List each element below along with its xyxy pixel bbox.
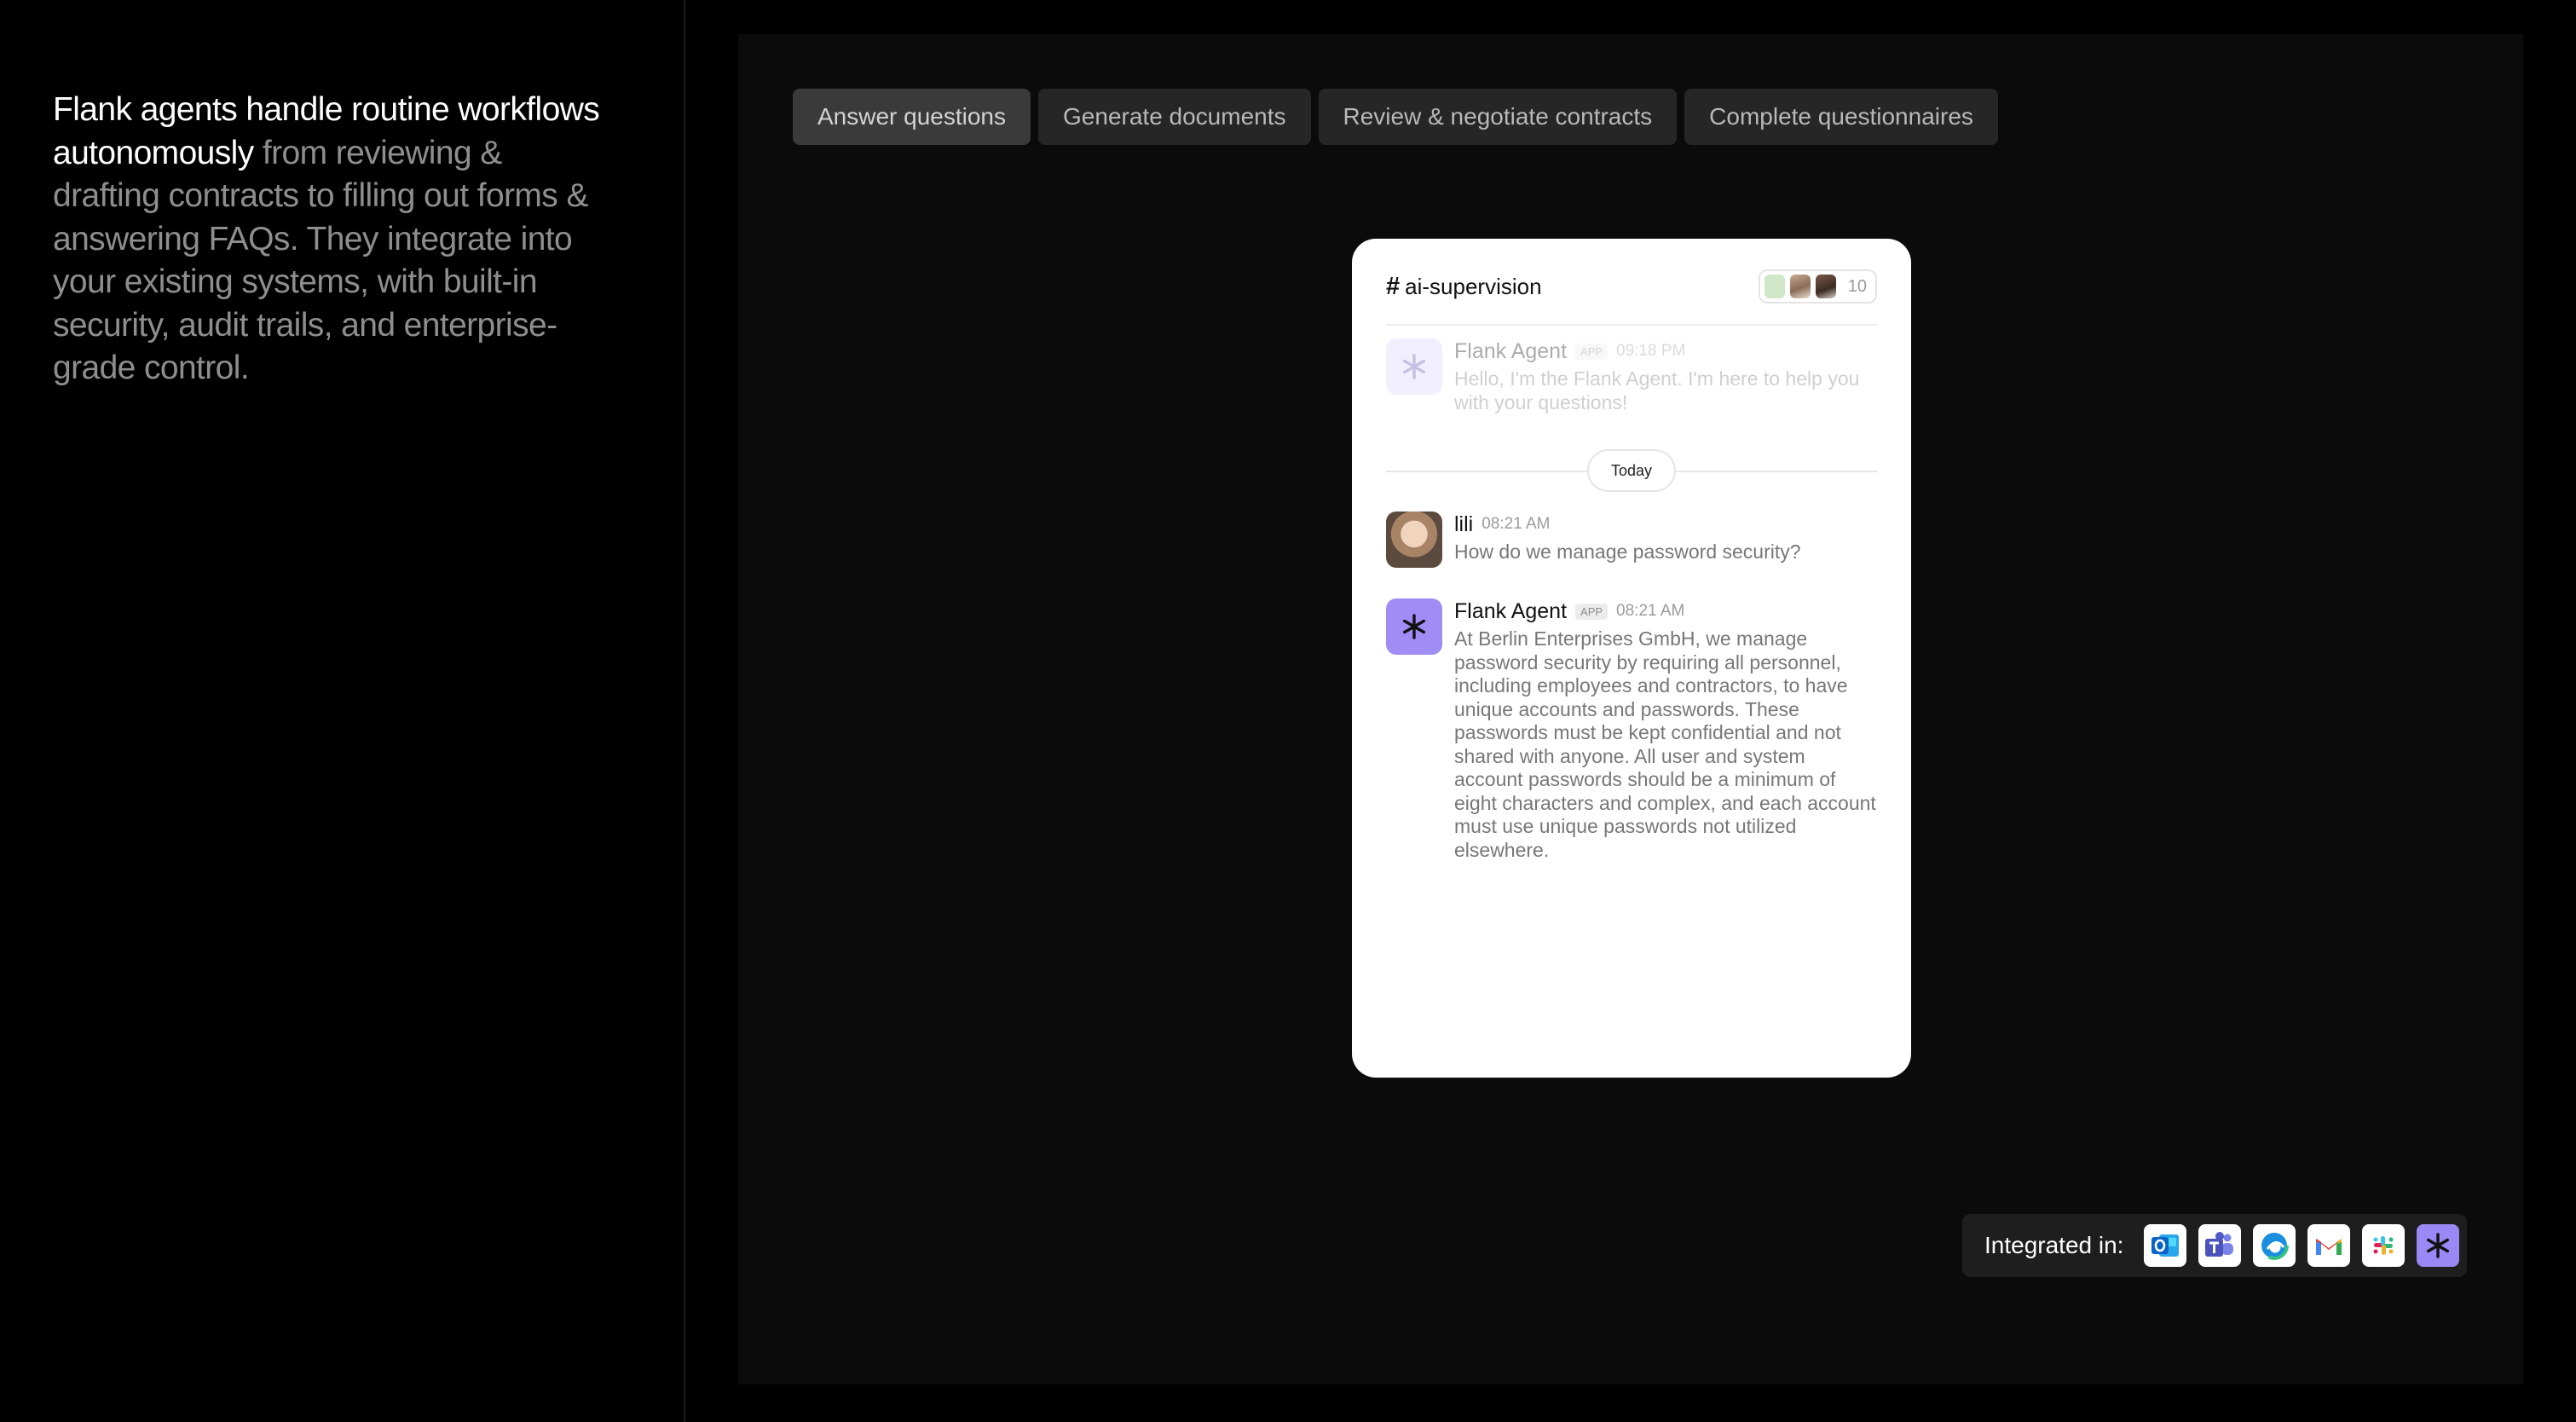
message-item: Flank Agent APP 08:21 AM At Berlin Enter… — [1386, 598, 1877, 862]
integrations-bar: Integrated in: — [1962, 1214, 2467, 1277]
message-time: 08:21 AM — [1616, 602, 1685, 620]
chat-header: # ai-supervision 10 — [1386, 268, 1877, 305]
demo-stage: Answer questions Generate documents Revi… — [738, 34, 2523, 1384]
message-text: At Berlin Enterprises GmbH, we manage pa… — [1454, 627, 1876, 861]
sender-name: Flank Agent — [1454, 598, 1568, 623]
teams-icon[interactable] — [2198, 1224, 2242, 1267]
channel-name: ai-supervision — [1405, 273, 1542, 299]
gmail-icon[interactable] — [2307, 1224, 2351, 1267]
slack-icon[interactable] — [2362, 1224, 2406, 1267]
hash-icon: # — [1386, 272, 1401, 300]
edge-icon[interactable] — [2253, 1224, 2296, 1267]
chat-window: # ai-supervision 10 Flank Agent APP 09:1… — [1352, 239, 1911, 1078]
use-case-tabs: Answer questions Generate documents Revi… — [793, 89, 1998, 145]
header-divider — [1386, 324, 1877, 326]
sender-name: lili — [1454, 512, 1474, 536]
tab-review-negotiate-contracts[interactable]: Review & negotiate contracts — [1318, 89, 1678, 145]
intro-paragraph: Flank agents handle routine workflows au… — [53, 89, 615, 390]
date-divider: Today — [1386, 449, 1877, 492]
user-avatar — [1386, 512, 1442, 568]
left-column: Flank agents handle routine workflows au… — [0, 0, 685, 1422]
channel-title: # ai-supervision — [1386, 273, 1542, 301]
message-time: 09:18 PM — [1616, 342, 1686, 360]
member-avatar — [1764, 275, 1785, 298]
message-item: Flank Agent APP 09:18 PM Hello, I'm the … — [1386, 338, 1877, 414]
app-badge: APP — [1575, 603, 1609, 620]
asterisk-icon — [1402, 614, 1425, 639]
member-avatar — [1789, 275, 1811, 298]
message-text: Hello, I'm the Flank Agent. I'm here to … — [1454, 367, 1860, 413]
outlook-icon[interactable] — [2144, 1224, 2187, 1267]
tab-answer-questions[interactable]: Answer questions — [793, 89, 1031, 145]
message-item: lili 08:21 AM How do we manage password … — [1386, 512, 1877, 568]
integrations-label: Integrated in: — [1984, 1232, 2124, 1258]
integration-icons — [2144, 1224, 2460, 1267]
intro-rest: from reviewing & drafting contracts to f… — [53, 134, 588, 387]
agent-avatar — [1386, 598, 1442, 655]
flank-icon[interactable] — [2417, 1224, 2460, 1267]
members-button[interactable]: 10 — [1758, 269, 1877, 303]
date-divider-label: Today — [1586, 449, 1677, 492]
message-time: 08:21 AM — [1481, 515, 1551, 533]
message-text: How do we manage password security? — [1454, 540, 1801, 563]
asterisk-icon — [1402, 354, 1425, 379]
member-avatar — [1815, 275, 1836, 298]
member-count: 10 — [1847, 276, 1867, 296]
tab-generate-documents[interactable]: Generate documents — [1038, 89, 1311, 145]
agent-avatar — [1386, 338, 1442, 395]
sender-name: Flank Agent — [1454, 338, 1568, 363]
tab-complete-questionnaires[interactable]: Complete questionnaires — [1684, 89, 1998, 145]
app-badge: APP — [1575, 343, 1609, 360]
